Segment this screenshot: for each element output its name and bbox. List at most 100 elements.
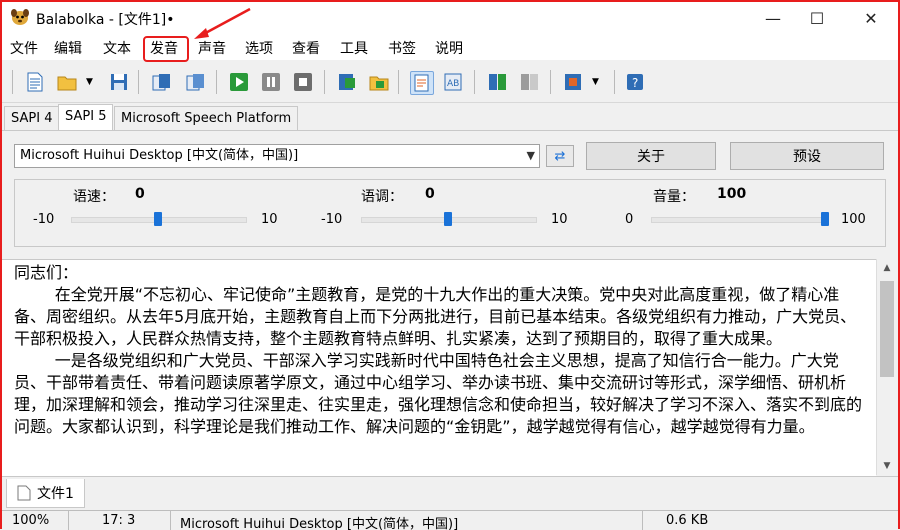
rate-slider-thumb[interactable] — [154, 212, 162, 226]
volume-label: 音量： — [653, 189, 695, 205]
refresh-icon: ⇄ — [554, 148, 566, 164]
status-cursor-position: 17: 3 — [102, 513, 136, 528]
status-divider — [642, 511, 643, 530]
open-dropdown-icon[interactable]: ▼ — [86, 71, 96, 93]
stop-icon[interactable] — [292, 71, 314, 93]
volume-slider-thumb[interactable] — [821, 212, 829, 226]
menu-bookmarks[interactable]: 书签 — [388, 38, 416, 58]
svg-text:AB: AB — [447, 79, 459, 89]
text-editor[interactable]: 同志们： 在全党开展“不忘初心、牢记使命”主题教育，是党的十九大作出的重大决策。… — [2, 259, 876, 476]
toolbar-separator — [614, 70, 615, 94]
menu-view[interactable]: 查看 — [292, 38, 320, 58]
toolbar-separator — [474, 70, 475, 94]
status-bar: 100% 17: 3 Microsoft Huihui Desktop [中文(… — [2, 510, 898, 530]
minimize-button[interactable]: — — [748, 2, 798, 34]
maximize-icon: ☐ — [809, 8, 825, 28]
pitch-min: -10 — [321, 212, 343, 227]
chevron-down-icon: ▼ — [526, 149, 535, 162]
status-file-size: 0.6 KB — [666, 513, 709, 528]
spell-check-icon[interactable] — [410, 71, 434, 95]
save-audio-icon[interactable] — [336, 71, 358, 93]
tab-sapi5[interactable]: SAPI 5 — [58, 104, 114, 130]
toolbar-separator — [398, 70, 399, 94]
scroll-up-icon[interactable]: ▲ — [877, 259, 897, 277]
app-logo-icon — [11, 9, 29, 25]
document-icon — [17, 485, 31, 501]
pitch-slider-thumb[interactable] — [444, 212, 452, 226]
save-icon[interactable] — [108, 71, 130, 93]
rate-value: 0 — [135, 186, 145, 202]
read-clipboard-icon[interactable] — [150, 71, 172, 93]
maximize-button[interactable]: ☐ — [792, 2, 842, 34]
voice-panel: Microsoft Huihui Desktop [中文(简体，中国)] ▼ ⇄… — [2, 130, 898, 257]
menu-tools[interactable]: 工具 — [340, 38, 368, 58]
vertical-scrollbar[interactable]: ▲ ▼ — [876, 259, 897, 475]
window-title: Balabolka - [文件1]• — [36, 12, 175, 28]
menu-bar: 文件 编辑 文本 发音 声音 选项 查看 工具 书签 说明 — [2, 34, 898, 60]
scroll-down-icon[interactable]: ▼ — [877, 457, 897, 475]
rate-min: -10 — [33, 212, 55, 227]
text-preview-icon[interactable]: AB — [442, 71, 464, 93]
document-tab-label: 文件1 — [37, 486, 74, 502]
status-divider — [68, 511, 69, 530]
voice-sliders-group: 语速： 0 -10 10 语调： 0 -10 10 音量： 100 0 100 — [14, 179, 886, 247]
preset-label: 预设 — [793, 149, 821, 165]
document-tabs: 文件1 — [2, 476, 898, 511]
voice-dropdown-icon[interactable]: ▼ — [592, 71, 602, 93]
pitch-value: 0 — [425, 186, 435, 202]
pitch-max: 10 — [551, 212, 568, 227]
volume-min: 0 — [625, 212, 634, 227]
voice-settings-icon[interactable] — [562, 71, 584, 93]
menu-highlight-box — [143, 36, 189, 62]
split-file-icon[interactable] — [486, 71, 508, 93]
status-divider — [170, 511, 171, 530]
toolbar-separator — [550, 70, 551, 94]
minimize-icon: — — [765, 8, 781, 28]
pause-icon[interactable] — [260, 71, 282, 93]
about-button[interactable]: 关于 — [586, 142, 716, 170]
preset-button[interactable]: 预设 — [730, 142, 884, 170]
volume-value: 100 — [717, 186, 747, 202]
pitch-label: 语调： — [361, 189, 403, 205]
rate-max: 10 — [261, 212, 278, 227]
close-button[interactable]: ✕ — [846, 2, 896, 34]
svg-text:?: ? — [632, 76, 638, 90]
voice-select[interactable]: Microsoft Huihui Desktop [中文(简体，中国)] ▼ — [14, 144, 540, 168]
open-audio-icon[interactable] — [368, 71, 390, 93]
voice-select-value: Microsoft Huihui Desktop [中文(简体，中国)] — [20, 148, 299, 163]
rate-label: 语速： — [73, 189, 115, 205]
play-icon[interactable] — [228, 71, 250, 93]
status-zoom: 100% — [12, 513, 50, 528]
toolbar: ▼ AB ▼ ? — [2, 62, 898, 103]
tab-sapi4[interactable]: SAPI 4 — [4, 106, 60, 130]
toolbar-separator — [216, 70, 217, 94]
refresh-voices-button[interactable]: ⇄ — [546, 145, 574, 167]
tab-speech-platform[interactable]: Microsoft Speech Platform — [114, 106, 299, 130]
open-folder-icon[interactable] — [56, 71, 78, 93]
menu-text[interactable]: 文本 — [103, 38, 131, 58]
convert-file-icon[interactable] — [518, 71, 540, 93]
about-label: 关于 — [637, 149, 665, 165]
annotation-arrow-icon — [194, 7, 251, 39]
menu-edit[interactable]: 编辑 — [54, 38, 82, 58]
help-icon[interactable]: ? — [624, 71, 646, 93]
menu-help[interactable]: 说明 — [435, 38, 463, 58]
new-file-icon[interactable] — [24, 71, 46, 93]
title-bar: Balabolka - [文件1]• — ☐ ✕ — [2, 2, 898, 34]
tab-label: Microsoft Speech Platform — [121, 111, 292, 126]
volume-max: 100 — [841, 212, 866, 227]
tab-label: SAPI 5 — [65, 109, 107, 124]
editor-text[interactable]: 同志们： 在全党开展“不忘初心、牢记使命”主题教育，是党的十九大作出的重大决策。… — [14, 262, 862, 438]
close-icon: ✕ — [864, 8, 878, 28]
toolbar-grip — [12, 70, 13, 94]
tab-label: SAPI 4 — [11, 111, 53, 126]
status-voice: Microsoft Huihui Desktop [中文(简体，中国)] — [180, 517, 459, 530]
engine-tabs: SAPI 4 SAPI 5 Microsoft Speech Platform — [2, 104, 898, 130]
document-tab[interactable]: 文件1 — [6, 479, 85, 508]
toolbar-separator — [138, 70, 139, 94]
toolbar-separator — [324, 70, 325, 94]
menu-file[interactable]: 文件 — [10, 38, 38, 58]
volume-slider-track[interactable] — [651, 217, 827, 223]
read-selection-icon[interactable] — [184, 71, 206, 93]
scrollbar-thumb[interactable] — [880, 281, 894, 377]
